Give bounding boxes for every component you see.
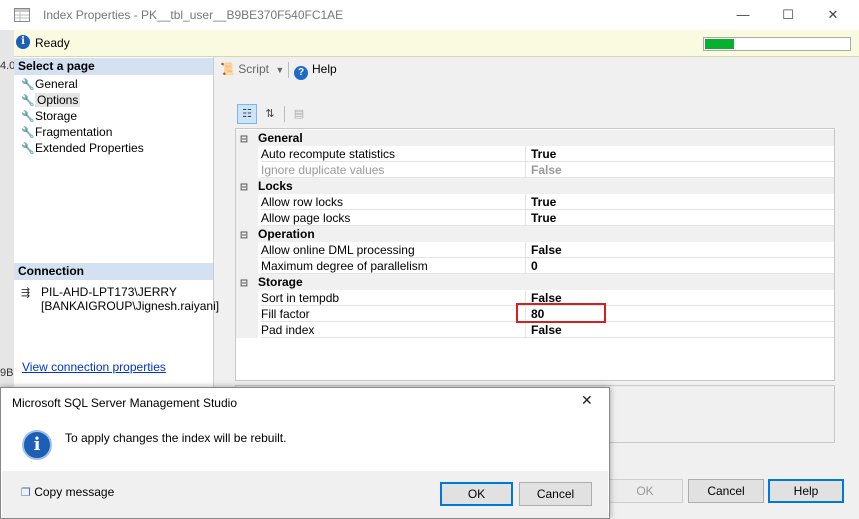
property-row[interactable]: Pad index False	[236, 322, 834, 338]
message-cancel-button[interactable]: Cancel	[519, 482, 592, 506]
property-value[interactable]: 0	[526, 258, 834, 274]
table-icon	[14, 8, 30, 22]
progress-bar	[703, 37, 851, 51]
page-item-general[interactable]: 🔧General	[21, 76, 78, 92]
background-text-fragment: 4.0	[0, 60, 16, 72]
property-row[interactable]: Allow online DML processing False	[236, 242, 834, 258]
status-bar: i Ready	[14, 30, 859, 57]
property-pages-button[interactable]: ▤	[289, 104, 309, 124]
select-page-header: Select a page	[14, 58, 213, 75]
sort-az-icon: ⇅	[265, 108, 275, 120]
wrench-icon: 🔧	[21, 127, 35, 139]
property-value[interactable]: False	[526, 242, 834, 258]
minimize-button[interactable]: —	[720, 0, 766, 30]
category-operation[interactable]: ⊟ Operation	[236, 226, 834, 242]
property-name: Pad index	[261, 322, 526, 338]
property-name: Sort in tempdb	[261, 290, 526, 306]
property-name: Ignore duplicate values	[261, 162, 526, 178]
connection-info: ⇶ PIL-AHD-LPT173\JERRY [BANKAIGROUP\Jign…	[21, 285, 219, 313]
help-dialog-button[interactable]: Help	[768, 479, 844, 503]
message-box-title: Microsoft SQL Server Management Studio	[12, 396, 237, 410]
message-ok-button[interactable]: OK	[440, 482, 513, 506]
copy-message-link[interactable]: ❐ Copy message	[21, 485, 114, 499]
info-icon: i	[16, 35, 30, 49]
ok-button[interactable]: OK	[607, 479, 683, 503]
help-button[interactable]: ? Help	[294, 62, 337, 80]
background-text-fragment: 9B	[0, 367, 14, 379]
message-box-close-button[interactable]: ✕	[581, 392, 593, 409]
page-item-fragmentation[interactable]: 🔧Fragmentation	[21, 124, 112, 140]
window-title: Index Properties - PK__tbl_user__B9BE370…	[43, 8, 344, 22]
grid-toolbar-separator	[284, 106, 285, 122]
server-name: PIL-AHD-LPT173\JERRY	[41, 285, 177, 299]
wrench-icon: 🔧	[21, 111, 35, 123]
wrench-icon: 🔧	[21, 79, 35, 91]
message-box: Microsoft SQL Server Management Studio ✕…	[0, 387, 610, 519]
maximize-button[interactable]: ☐	[765, 0, 811, 30]
property-value[interactable]: True	[526, 146, 834, 162]
view-connection-properties-link[interactable]: View connection properties	[22, 360, 166, 374]
status-text: Ready	[35, 36, 70, 50]
background-window-edge	[0, 30, 14, 390]
copy-icon: ❐	[21, 487, 31, 499]
property-value[interactable]: True	[526, 194, 834, 210]
categorized-icon: ☷	[242, 108, 252, 120]
chevron-down-icon[interactable]: ▼	[275, 65, 284, 75]
property-value[interactable]: False	[526, 162, 834, 178]
toolbar-separator	[288, 62, 289, 78]
property-row[interactable]: Allow page locks True	[236, 210, 834, 226]
property-name: Maximum degree of parallelism	[261, 258, 526, 274]
category-locks[interactable]: ⊟ Locks	[236, 178, 834, 194]
alphabetical-sort-button[interactable]: ⇅	[260, 104, 280, 124]
categorized-view-button[interactable]: ☷	[237, 104, 257, 124]
fill-factor-highlight-box	[516, 303, 606, 323]
property-name: Allow row locks	[261, 194, 526, 210]
property-name: Fill factor	[261, 306, 526, 322]
page-item-extended-properties[interactable]: 🔧Extended Properties	[21, 140, 144, 156]
property-name: Allow page locks	[261, 210, 526, 226]
property-name: Auto recompute statistics	[261, 146, 526, 162]
category-storage[interactable]: ⊟ Storage	[236, 274, 834, 290]
property-row[interactable]: Maximum degree of parallelism 0	[236, 258, 834, 274]
connection-header: Connection	[14, 263, 213, 280]
connection-icon: ⇶	[21, 287, 31, 299]
property-grid: ⊟ General Auto recompute statistics True I…	[235, 128, 835, 381]
cancel-button[interactable]: Cancel	[688, 479, 764, 503]
property-row[interactable]: Allow row locks True	[236, 194, 834, 210]
title-bar: Index Properties - PK__tbl_user__B9BE370…	[0, 0, 859, 30]
property-value[interactable]: False	[526, 322, 834, 338]
user-name: [BANKAIGROUP\Jignesh.raiyani]	[41, 299, 220, 313]
page-item-options[interactable]: 🔧 Options	[21, 92, 81, 108]
page-item-storage[interactable]: 🔧Storage	[21, 108, 77, 124]
category-general[interactable]: ⊟ General	[236, 130, 834, 146]
property-name: Allow online DML processing	[261, 242, 526, 258]
wrench-icon: 🔧	[21, 143, 35, 155]
script-button[interactable]: 📜 Script ▼	[220, 62, 284, 76]
wrench-icon: 🔧	[21, 95, 35, 107]
property-value[interactable]: True	[526, 210, 834, 226]
script-icon: 📜	[220, 62, 235, 76]
left-panel: Select a page 🔧General 🔧 Options 🔧Storage…	[14, 57, 219, 387]
property-pages-icon: ▤	[293, 108, 305, 120]
property-row[interactable]: Auto recompute statistics True	[236, 146, 834, 162]
property-row[interactable]: Ignore duplicate values False	[236, 162, 834, 178]
information-icon: i	[22, 430, 52, 460]
help-icon: ?	[294, 66, 308, 80]
progress-fill	[705, 39, 734, 49]
close-button[interactable]: ✕	[810, 0, 856, 30]
message-text: To apply changes the index will be rebui…	[65, 431, 287, 445]
